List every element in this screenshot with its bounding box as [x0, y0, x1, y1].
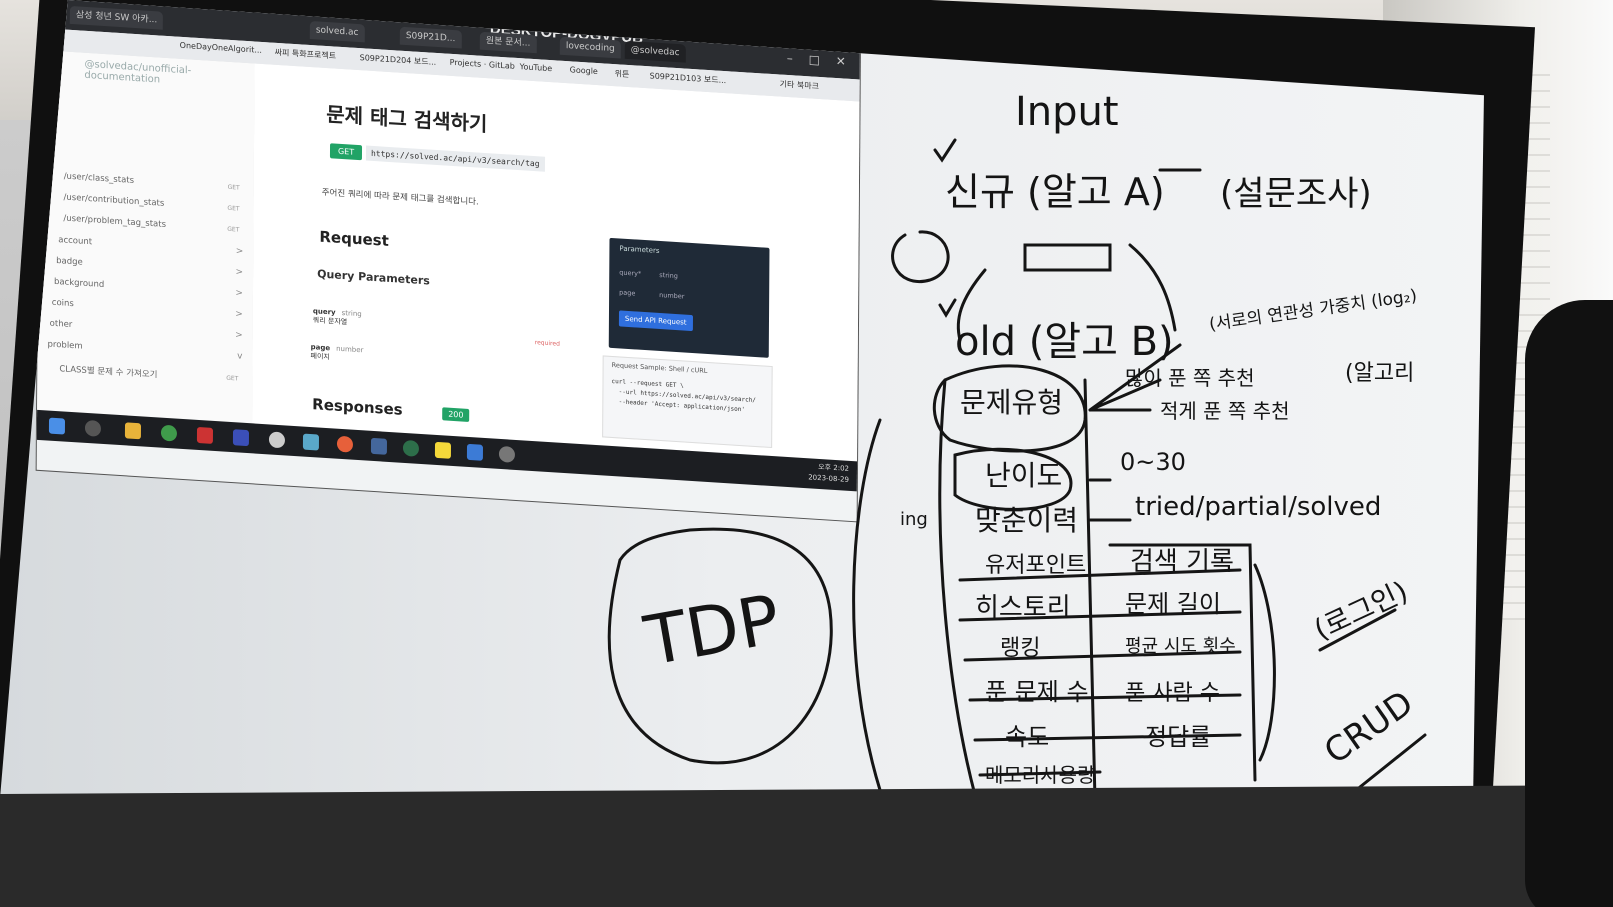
tdp-label: TDP	[638, 581, 786, 682]
ing-label: ing	[900, 509, 928, 530]
attr-left: 랭킹	[1000, 636, 1040, 661]
attr-right: 검색 기록	[1130, 547, 1234, 577]
display-bottom-frame	[0, 785, 1613, 907]
attr-left: 메모리사용량	[985, 763, 1095, 787]
new-user-label: 신규 (알고 A)	[945, 170, 1165, 214]
survey-label: (설문조사)	[1220, 174, 1372, 214]
attr-right: 푼 사람 수	[1125, 681, 1220, 706]
similarity-label: (서로의 연관성 가중치 (log₂)	[1208, 286, 1418, 335]
attr-left: 유저포인트	[985, 553, 1086, 578]
bracket-left	[852, 418, 882, 792]
attr-left: 푼 문제 수	[985, 678, 1089, 706]
attr-left: 맞춘이력	[975, 504, 1078, 537]
attr-left: 난이도	[985, 459, 1062, 492]
check-mark	[938, 298, 957, 318]
range-label: 0~30	[1120, 448, 1186, 476]
ink-loop	[891, 230, 950, 284]
rec-high-label: 많이 푼 쪽 추천	[1125, 366, 1254, 390]
ink-box	[1023, 243, 1112, 272]
old-user-label: old (알고 B)	[955, 319, 1174, 365]
input-label: Input	[1015, 89, 1119, 135]
attr-right: 평균 시도 횟수	[1125, 636, 1236, 657]
attr-left: 문제유형	[960, 386, 1063, 419]
check-mark	[933, 138, 957, 163]
algo-label: (알고리	[1345, 361, 1414, 386]
person-silhouette	[1525, 300, 1613, 907]
rec-low-label: 적게 푼 쪽 추천	[1160, 399, 1289, 423]
bracket-right	[1253, 563, 1276, 762]
ink-connector	[1128, 243, 1177, 332]
attr-left: 속도	[1005, 723, 1049, 751]
attr-left: 히스토리	[975, 593, 1071, 623]
interactive-whiteboard-screen: DESKTOP-DOGVPUB 삼성 청년 SW 아카... solved.ac…	[0, 0, 1484, 826]
attr-right: 정답률	[1145, 723, 1211, 751]
status-label: tried/partial/solved	[1135, 492, 1381, 522]
attr-right: 문제 길이	[1125, 590, 1221, 618]
login-label: (로그인)	[1309, 575, 1413, 647]
photo-scene: DESKTOP-DOGVPUB 삼성 청년 SW 아카... solved.ac…	[0, 0, 1613, 907]
crud-label: CRUD	[1317, 683, 1421, 772]
whiteboard-drawing: Input 신규 (알고 A) (설문조사) old (알고 B) (서로의 연…	[607, 89, 1427, 802]
